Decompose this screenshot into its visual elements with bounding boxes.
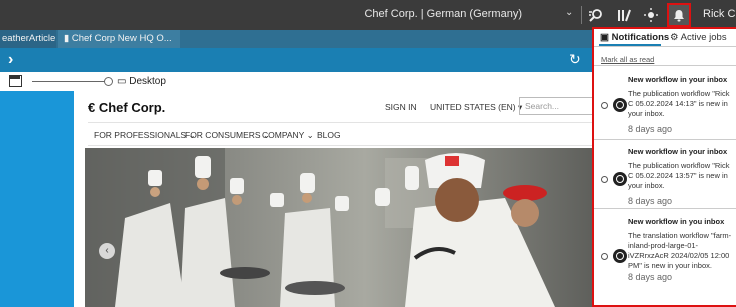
- notification-item[interactable]: New workflow in your inbox The publicati…: [594, 139, 736, 209]
- app-window: Chef Corp. | German (Germany) ⌄ Rick C e…: [0, 0, 736, 307]
- device-label: Desktop: [129, 76, 166, 87]
- top-bar: Chef Corp. | German (Germany) ⌄ Rick C: [0, 0, 736, 30]
- notification-time: 8 days ago: [628, 272, 673, 282]
- site-logo[interactable]: € Chef Corp.: [88, 100, 165, 115]
- workflow-icon: [613, 249, 627, 263]
- nav-item-company[interactable]: COMPANY ⌄: [262, 130, 314, 141]
- site-context-selector[interactable]: Chef Corp. | German (Germany): [364, 8, 522, 20]
- tab-notifications[interactable]: ▣ Notifications: [600, 32, 669, 43]
- jobs-icon: ⚙: [670, 32, 679, 43]
- search-input[interactable]: Search...: [519, 97, 594, 115]
- nav-item-professionals[interactable]: FOR PROFESSIONALS ⌄: [94, 130, 196, 141]
- country-selector[interactable]: UNITED STATES (EN) ▾: [430, 102, 522, 113]
- notifications-panel: ▣ Notifications ⚙ Active jobs Mark all a…: [592, 27, 736, 307]
- notifications-tabs: ▣ Notifications ⚙ Active jobs: [594, 29, 736, 47]
- sign-in-link[interactable]: SIGN IN: [385, 102, 417, 112]
- search-icon[interactable]: [586, 5, 606, 25]
- tab-label: Chef Corp New HQ O...: [71, 33, 172, 44]
- toolbar-separator: [581, 6, 582, 24]
- notification-body: The publication workflow "Rick C 05.02.2…: [628, 161, 730, 190]
- notification-title: New workflow in your inbox: [628, 147, 728, 156]
- user-menu[interactable]: Rick C: [703, 8, 735, 20]
- chevron-right-icon[interactable]: ›: [8, 51, 13, 69]
- device-slider-handle[interactable]: [104, 77, 113, 86]
- reload-icon[interactable]: ↻: [569, 51, 581, 68]
- divider: [88, 122, 594, 123]
- device-slider-track[interactable]: [32, 81, 106, 82]
- kitchen-chefs-illustration: [85, 148, 555, 307]
- nav-item-blog[interactable]: BLOG: [317, 130, 341, 140]
- site-preview: € Chef Corp. SIGN IN UNITED STATES (EN) …: [74, 91, 594, 307]
- document-tab[interactable]: eatherArticle: [0, 30, 56, 48]
- library-icon[interactable]: [614, 5, 634, 25]
- mark-read-radio[interactable]: [601, 176, 608, 183]
- hero-image: ‹: [85, 148, 594, 307]
- notification-item[interactable]: New workflow in you inbox The translatio…: [594, 208, 736, 305]
- monitor-icon: ▭: [117, 76, 127, 87]
- carousel-prev-button[interactable]: ‹: [99, 243, 115, 259]
- notification-title: New workflow in your inbox: [628, 75, 728, 84]
- bell-icon: [674, 9, 684, 21]
- notification-time: 8 days ago: [628, 196, 673, 206]
- document-tab[interactable]: ▮ Chef Corp New HQ O...: [58, 30, 180, 48]
- workflow-icon: [613, 172, 627, 186]
- left-panel: [0, 91, 74, 307]
- notification-body: The translation workflow "farm-inland-pr…: [628, 231, 732, 270]
- sun-icon[interactable]: [641, 5, 661, 25]
- nav-item-consumers[interactable]: FOR CONSUMERS ⌄: [185, 130, 270, 141]
- notification-title: New workflow in you inbox: [628, 217, 725, 226]
- tab-label: eatherArticle: [2, 33, 56, 44]
- mark-all-as-read-link[interactable]: Mark all as read: [601, 55, 654, 64]
- notifications-button[interactable]: [667, 3, 691, 27]
- chevron-down-icon[interactable]: ⌄: [565, 7, 573, 18]
- mark-read-radio[interactable]: [601, 253, 608, 260]
- workflow-icon: [613, 98, 627, 112]
- window-icon[interactable]: [9, 75, 22, 87]
- mark-read-radio[interactable]: [601, 102, 608, 109]
- notification-body: The publication workflow "Rick C 05.02.2…: [628, 89, 730, 118]
- active-tab-indicator: [599, 44, 661, 46]
- page-icon: ▮: [64, 33, 70, 44]
- divider: [88, 145, 594, 146]
- inbox-icon: ▣: [600, 32, 609, 43]
- notification-time: 8 days ago: [628, 124, 673, 134]
- tab-active-jobs[interactable]: ⚙ Active jobs: [670, 32, 727, 43]
